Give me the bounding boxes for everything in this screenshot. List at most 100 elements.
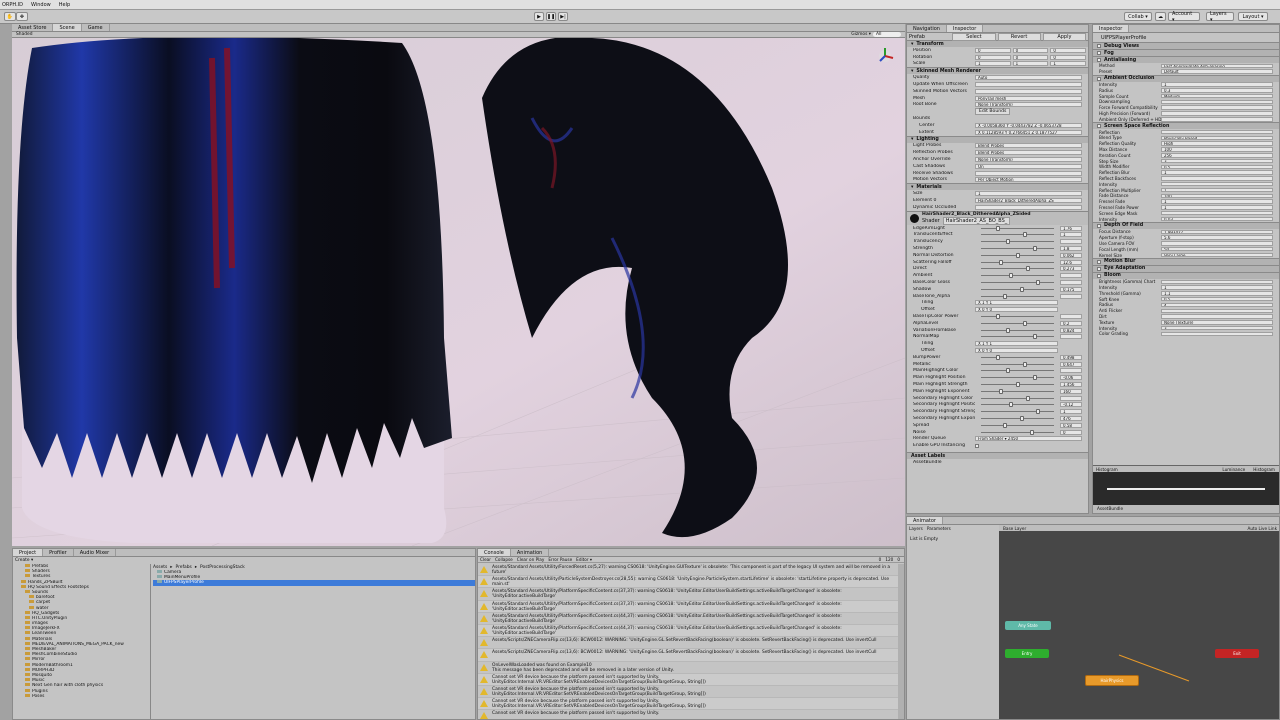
material-property-value[interactable] <box>1060 313 1082 319</box>
transform-z-field[interactable]: 1 <box>1050 61 1087 67</box>
pp-section-header[interactable]: Ambient Occlusion <box>1093 74 1279 82</box>
console-message[interactable]: Cannot set VR device because the platfor… <box>478 673 898 686</box>
material-property-slider[interactable] <box>981 280 1054 285</box>
material-property-slider[interactable] <box>981 327 1054 333</box>
material-property-slider[interactable] <box>981 239 1054 245</box>
extent-field[interactable]: X 0.1128593 Y 0.2766451 Z 0.1877527 <box>975 129 1082 135</box>
material-property-value[interactable]: 0.647 <box>1060 361 1082 367</box>
slider-knob[interactable] <box>1032 334 1037 340</box>
prefab-revert-button[interactable]: Revert <box>997 32 1041 41</box>
pause-button[interactable]: ❚❚ <box>546 12 556 21</box>
tab-project[interactable]: Project <box>13 549 44 556</box>
pp-property-field[interactable]: 1 <box>1161 205 1273 210</box>
pp-section-checkbox[interactable] <box>1097 259 1101 264</box>
layers-dropdown[interactable]: Layers ▾ <box>1206 11 1234 23</box>
pp-property-field[interactable]: 0.03 <box>1161 216 1273 222</box>
pp-property-field[interactable]: Physically Based <box>1161 135 1273 141</box>
pp-property-field[interactable]: 1 <box>1161 187 1273 193</box>
pp-property-field[interactable] <box>1161 111 1273 116</box>
material-property-value[interactable]: 0.062 <box>1060 252 1082 258</box>
console-scrollbar[interactable] <box>898 564 904 719</box>
material-property-slider[interactable] <box>981 313 1054 319</box>
breadcrumb-item[interactable]: Prefabs <box>176 565 192 570</box>
pp-section-checkbox[interactable] <box>1097 273 1101 278</box>
mesh-property-field[interactable]: PonyTail mesh <box>975 95 1082 101</box>
console-message[interactable]: OnLevelWasLoaded was found on Example10 … <box>478 662 898 674</box>
pp-property-field[interactable]: Medium <box>1161 93 1273 99</box>
material-property-value[interactable]: 0.498 <box>1060 354 1082 360</box>
console-message[interactable]: Assets/Standard Assets/Utility/ForcedRes… <box>478 564 898 577</box>
material-property-value[interactable]: 1.76 <box>1060 225 1082 231</box>
histogram-tab[interactable]: Histogram <box>1096 467 1118 472</box>
mesh-property-field[interactable]: Auto <box>975 75 1082 81</box>
material-property-slider[interactable] <box>981 402 1054 408</box>
tab-game[interactable]: Game <box>82 24 110 31</box>
transform-x-field[interactable]: 0 <box>975 54 1011 60</box>
render-queue-field[interactable]: From Shader ▾ 2450 <box>975 436 1082 442</box>
pp-property-field[interactable]: 256 <box>1161 153 1273 158</box>
log-count[interactable]: 0 <box>879 557 882 562</box>
slider-knob[interactable] <box>999 259 1004 265</box>
pp-section-header[interactable]: Motion Blur <box>1093 257 1279 265</box>
layout-dropdown[interactable]: Layout ▾ <box>1238 12 1268 21</box>
slider-knob[interactable] <box>995 225 1000 231</box>
material-property-value[interactable] <box>1060 395 1082 401</box>
texture-offset-field[interactable]: X 0 Y 0 <box>975 347 1058 353</box>
material-property-slider[interactable] <box>981 388 1054 394</box>
tab-animator[interactable]: Animator <box>907 517 943 524</box>
pp-property-field[interactable]: 1 <box>1161 199 1273 204</box>
pp-property-field[interactable]: Default <box>1161 69 1273 74</box>
console-message[interactable]: Assets/Standard Assets/Utility/PlatformS… <box>478 624 898 638</box>
slider-knob[interactable] <box>1026 395 1031 401</box>
cloud-icon[interactable]: ☁ <box>1155 12 1166 21</box>
material-property-slider[interactable] <box>981 286 1054 292</box>
play-button[interactable]: ▶ <box>534 12 544 21</box>
lighting-property-field[interactable]: Blend Probes <box>975 150 1082 156</box>
transform-x-field[interactable]: 0 <box>975 47 1011 53</box>
pp-property-field[interactable]: 4 <box>1161 302 1273 308</box>
console-message[interactable]: Assets/Standard Assets/Utility/PlatformS… <box>478 600 898 613</box>
slider-knob[interactable] <box>995 354 1000 360</box>
scene-viewport[interactable] <box>12 38 905 546</box>
material-property-slider[interactable] <box>981 252 1054 258</box>
lighting-property-field[interactable]: Per Object Motion <box>975 177 1082 183</box>
skinned-mesh-header[interactable]: ▾ Skinned Mesh Renderer <box>907 67 1088 75</box>
shader-dropdown[interactable]: HairShader2_AS_BO_BS_ <box>942 216 1011 225</box>
console-clear-on-play-button[interactable]: Clear on Play <box>517 557 545 562</box>
histogram-mode-tab[interactable]: Histogram <box>1253 467 1275 472</box>
tab-animation[interactable]: Animation <box>511 549 550 556</box>
slider-knob[interactable] <box>1019 286 1024 292</box>
hand-tool-button[interactable]: ✋ <box>4 12 16 21</box>
pp-property-field[interactable] <box>1161 241 1273 246</box>
lighting-property-field[interactable]: On <box>975 163 1082 169</box>
transform-y-field[interactable]: 1 <box>1012 61 1049 67</box>
console-collapse-button[interactable]: Collapse <box>495 557 513 562</box>
material-property-slider[interactable] <box>981 320 1054 326</box>
material-property-slider[interactable] <box>981 259 1054 265</box>
slider-knob[interactable] <box>1022 320 1027 326</box>
layers-tab[interactable]: Layers <box>909 526 923 531</box>
pp-section-header[interactable]: Antialiasing <box>1093 56 1279 63</box>
pp-property-field[interactable]: 0.3 <box>1161 88 1273 93</box>
material-property-value[interactable]: 476 <box>1060 415 1082 421</box>
slider-knob[interactable] <box>1002 422 1007 428</box>
collab-button[interactable]: Collab ▾ <box>1124 12 1152 21</box>
slider-knob[interactable] <box>1016 381 1021 387</box>
pp-property-field[interactable]: None (Texture) <box>1161 320 1273 325</box>
breadcrumb-item[interactable]: PostProcessingStack <box>200 565 245 570</box>
tab-scene[interactable]: Scene <box>53 24 82 31</box>
material-property-slider[interactable] <box>981 293 1054 299</box>
pp-section-checkbox[interactable] <box>1097 44 1101 48</box>
pp-section-header[interactable]: Eye Adaptation <box>1093 264 1279 272</box>
any-state-node[interactable]: Any State <box>1005 621 1051 630</box>
pp-section-checkbox[interactable] <box>1097 124 1101 129</box>
tab-navigation[interactable]: Navigation <box>907 25 947 32</box>
slider-knob[interactable] <box>1026 266 1031 272</box>
pp-property-field[interactable] <box>1161 129 1273 135</box>
pp-property-field[interactable] <box>1161 99 1273 105</box>
slider-knob[interactable] <box>1036 409 1041 415</box>
pp-section-header[interactable]: Depth Of Field <box>1093 221 1279 229</box>
mesh-property-field[interactable]: None (Transform) <box>975 102 1082 108</box>
pp-section-checkbox[interactable] <box>1097 76 1101 81</box>
mesh-property-field[interactable] <box>975 88 1082 94</box>
